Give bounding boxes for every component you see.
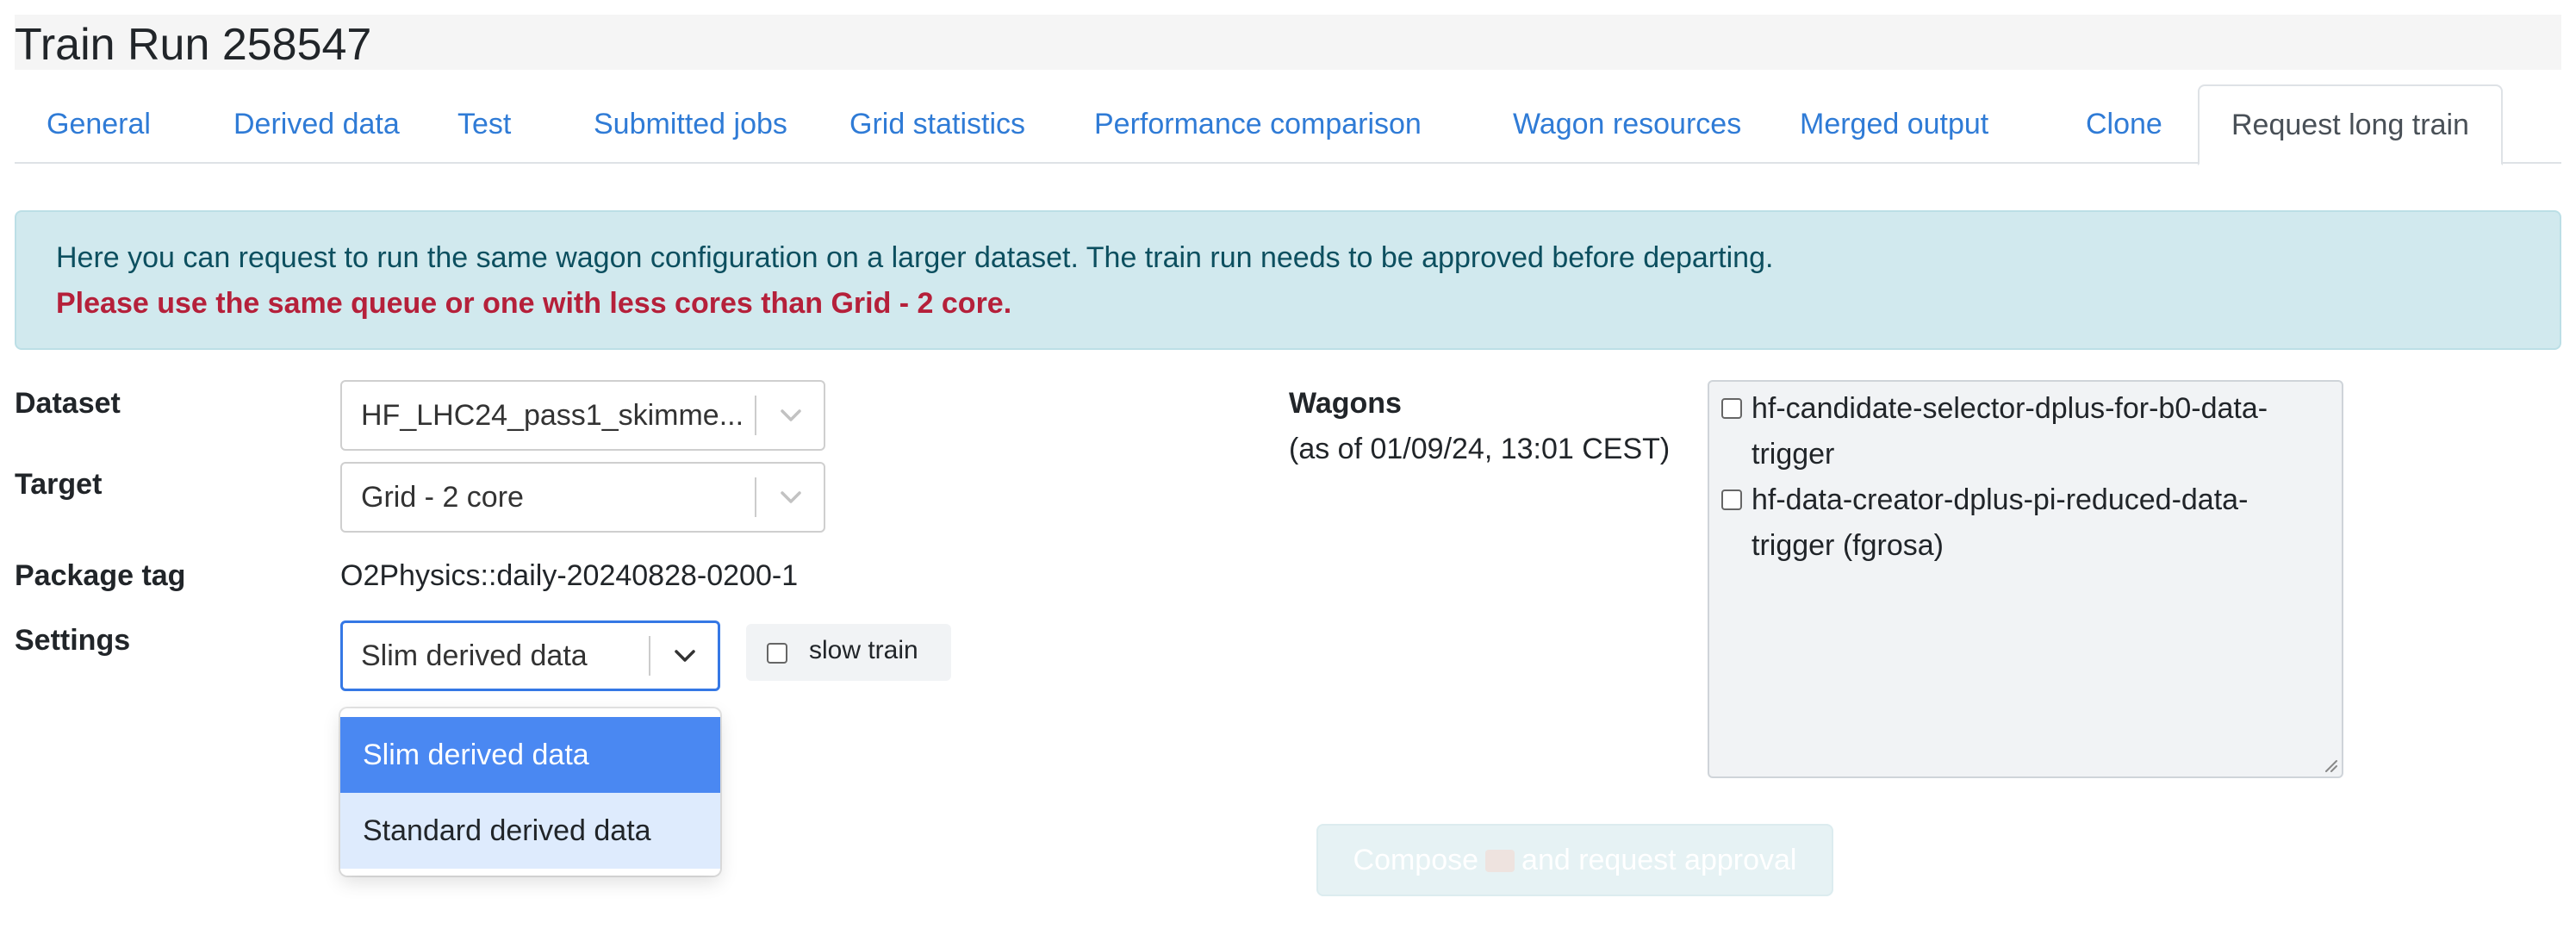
settings-select[interactable]: Slim derived data (340, 620, 720, 691)
alert-warning-text: Please use the same queue or one with le… (56, 287, 1012, 320)
package-tag-label: Package tag (15, 559, 186, 592)
chevron-down-icon[interactable] (758, 464, 824, 531)
select-separator (755, 477, 756, 517)
tab-clone[interactable]: Clone (2054, 84, 2194, 164)
train-icon (1485, 850, 1515, 872)
compose-button-label: Compose and request approval (1318, 826, 1832, 895)
select-separator (649, 636, 650, 676)
option-slim-derived-data[interactable]: Slim derived data (340, 717, 720, 793)
slow-train-label[interactable]: slow train (809, 636, 918, 665)
alert-info-text: Here you can request to run the same wag… (56, 241, 1774, 274)
resize-handle-icon[interactable] (2321, 756, 2338, 773)
tab-derived-data[interactable]: Derived data (202, 84, 432, 164)
tab-grid-statistics[interactable]: Grid statistics (818, 84, 1057, 164)
title-bar (15, 15, 2561, 70)
wagon-name: hf-data-creator-dplus-pi-reduced-data-tr… (1752, 483, 2249, 562)
wagon-checkbox[interactable] (1721, 489, 1742, 510)
compose-request-button[interactable]: Compose and request approval (1316, 824, 1833, 896)
dataset-select[interactable]: HF_LHC24_pass1_skimme... (340, 380, 825, 451)
package-tag-value: O2Physics::daily-20240828-0200-1 (340, 559, 799, 592)
wagon-name: hf-candidate-selector-dplus-for-b0-data-… (1752, 392, 2268, 471)
tab-general[interactable]: General (15, 84, 183, 164)
select-separator (755, 396, 756, 435)
settings-label: Settings (15, 624, 131, 657)
tab-bar: General Derived data Test Submitted jobs… (15, 84, 2561, 165)
tab-request-long-train[interactable]: Request long train (2198, 84, 2503, 165)
target-label: Target (15, 468, 103, 501)
tab-merged-output[interactable]: Merged output (1768, 84, 2020, 164)
target-select-value: Grid - 2 core (361, 481, 524, 514)
target-select[interactable]: Grid - 2 core (340, 462, 825, 533)
dataset-label: Dataset (15, 387, 121, 420)
compose-before: Compose (1353, 844, 1479, 876)
wagons-asof: (as of 01/09/24, 13:01 CEST) (1289, 433, 1671, 465)
info-alert: Here you can request to run the same wag… (15, 210, 2561, 350)
wagons-label: Wagons (1289, 387, 1402, 420)
slow-train-checkbox[interactable] (767, 643, 787, 664)
chevron-down-icon[interactable] (652, 623, 718, 689)
settings-dropdown-menu: Slim derived data Standard derived data (340, 708, 720, 876)
page-title: Train Run 258547 (15, 20, 372, 70)
chevron-down-icon[interactable] (758, 382, 824, 449)
wagon-item[interactable]: hf-candidate-selector-dplus-for-b0-data-… (1709, 386, 2330, 477)
tab-performance-comparison[interactable]: Performance comparison (1062, 84, 1453, 164)
dataset-select-value: HF_LHC24_pass1_skimme... (361, 399, 744, 432)
tab-submitted-jobs[interactable]: Submitted jobs (562, 84, 819, 164)
wagon-text: hf-data-creator-dplus-pi-reduced-data-tr… (1752, 483, 2249, 562)
tab-wagon-resources[interactable]: Wagon resources (1481, 84, 1773, 164)
wagon-owner: fgrosa (1852, 529, 1934, 562)
slow-train-option[interactable]: slow train (746, 624, 951, 681)
wagon-item[interactable]: hf-data-creator-dplus-pi-reduced-data-tr… (1709, 477, 2330, 569)
wagons-list[interactable]: hf-candidate-selector-dplus-for-b0-data-… (1708, 380, 2343, 778)
wagon-checkbox[interactable] (1721, 398, 1742, 419)
tab-test[interactable]: Test (426, 84, 543, 164)
compose-after: and request approval (1521, 844, 1797, 876)
settings-select-value[interactable]: Slim derived data (361, 623, 650, 689)
option-standard-derived-data[interactable]: Standard derived data (340, 793, 720, 869)
